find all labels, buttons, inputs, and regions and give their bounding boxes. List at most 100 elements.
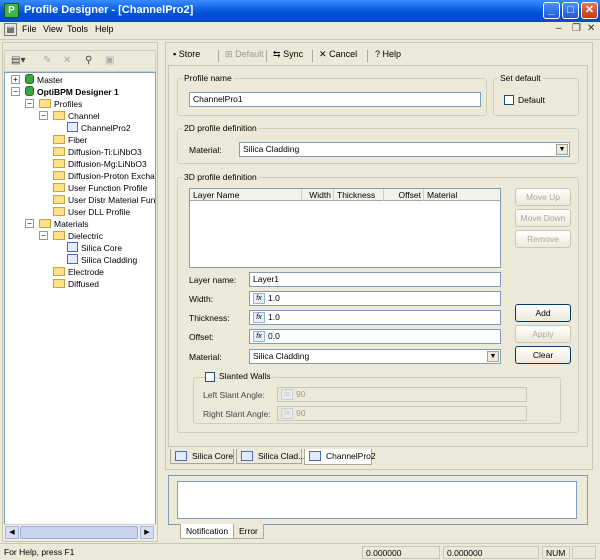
- tree-item-silica-core[interactable]: Silica Core: [67, 242, 122, 254]
- clear-button[interactable]: Clear: [515, 346, 571, 364]
- function-icon[interactable]: fx: [253, 312, 265, 323]
- menu-help[interactable]: Help: [95, 24, 114, 34]
- minimize-button[interactable]: _: [543, 2, 560, 19]
- thickness-label: Thickness:: [189, 313, 230, 323]
- tree-item-channelpro2[interactable]: ChannelPro2: [67, 122, 131, 134]
- tree-horizontal-scrollbar[interactable]: ◀ ▶: [4, 524, 156, 540]
- chevron-down-icon[interactable]: ▼: [487, 351, 499, 362]
- collapse-icon[interactable]: −: [11, 87, 20, 96]
- chevron-down-icon[interactable]: ▼: [556, 144, 568, 155]
- tree-item-diffusion-mg[interactable]: Diffusion-Mg:LiNbO3: [53, 158, 147, 170]
- function-icon: fx: [281, 408, 293, 419]
- document-icon[interactable]: ▤: [4, 23, 17, 36]
- column-width[interactable]: Width: [302, 189, 334, 201]
- rename-icon[interactable]: ✎: [43, 55, 51, 66]
- delete-icon[interactable]: ✕: [63, 55, 71, 66]
- cancel-icon: ✕: [319, 49, 327, 59]
- folder-icon: [53, 195, 65, 204]
- remove-button[interactable]: Remove: [515, 230, 571, 248]
- tab-channelpro2[interactable]: ChannelPro2: [304, 449, 376, 465]
- thickness-input[interactable]: fx 1.0: [249, 310, 501, 325]
- left-slant-label: Left Slant Angle:: [203, 390, 265, 400]
- title-bar: P Profile Designer - [ChannelPro2] _ □ ✕: [0, 0, 600, 22]
- expand-icon[interactable]: +: [11, 75, 20, 84]
- folder-icon: [53, 147, 65, 156]
- find-icon[interactable]: ⚲: [85, 55, 92, 66]
- collapse-icon[interactable]: −: [25, 99, 34, 108]
- menu-file[interactable]: File: [22, 24, 37, 34]
- add-button[interactable]: Add: [515, 304, 571, 322]
- tree-item-diffusion-ti[interactable]: Diffusion-Ti:LiNbO3: [53, 146, 142, 158]
- help-icon: ?: [375, 49, 381, 59]
- column-thickness[interactable]: Thickness: [334, 189, 384, 201]
- scroll-thumb[interactable]: [20, 526, 138, 539]
- tree-item-silica-cladding[interactable]: Silica Cladding: [67, 254, 137, 266]
- tab-silica-core[interactable]: Silica Core: [170, 449, 234, 464]
- store-button[interactable]: ▪ Store: [173, 49, 200, 59]
- column-material[interactable]: Material: [424, 189, 500, 201]
- help-button[interactable]: ? Help: [375, 49, 401, 59]
- function-icon[interactable]: fx: [253, 293, 265, 304]
- material-icon: [67, 242, 78, 252]
- properties-icon[interactable]: ▣: [105, 55, 114, 66]
- tab-error[interactable]: Error: [233, 524, 264, 539]
- collapse-icon[interactable]: −: [39, 231, 48, 240]
- material-2d-select[interactable]: Silica Cladding ▼: [239, 142, 570, 157]
- folder-icon: [53, 171, 65, 180]
- column-offset[interactable]: Offset: [384, 189, 424, 201]
- maximize-button[interactable]: □: [562, 2, 579, 19]
- apply-button[interactable]: Apply: [515, 325, 571, 343]
- collapse-icon[interactable]: −: [39, 111, 48, 120]
- tree-item-user-function-profile[interactable]: User Function Profile: [53, 182, 147, 194]
- material-3d-select[interactable]: Silica Cladding ▼: [249, 349, 501, 364]
- status-empty-indicator: [572, 546, 596, 559]
- layer-table[interactable]: Layer Name Width Thickness Offset Materi…: [189, 188, 501, 268]
- mdi-close-button[interactable]: ✕: [587, 23, 595, 34]
- tree-item-diffused[interactable]: Diffused: [53, 278, 99, 290]
- slanted-walls-checkbox[interactable]: [205, 372, 215, 382]
- sync-button[interactable]: ⇆ Sync: [273, 49, 303, 60]
- close-button[interactable]: ✕: [581, 2, 598, 19]
- column-layer-name[interactable]: Layer Name: [190, 189, 302, 201]
- tab-notification[interactable]: Notification: [180, 524, 235, 539]
- scroll-right-icon[interactable]: ▶: [140, 526, 154, 539]
- move-up-button[interactable]: Move Up: [515, 188, 571, 206]
- tree-item-user-dll-profile[interactable]: User DLL Profile: [53, 206, 130, 218]
- default-button[interactable]: ⊞ Default: [225, 49, 264, 60]
- collapse-icon[interactable]: −: [25, 219, 34, 228]
- material-icon: [175, 451, 187, 461]
- profile-icon: [67, 122, 78, 132]
- notification-text-area[interactable]: [177, 481, 577, 519]
- toolbar-separator: [266, 50, 267, 62]
- function-icon[interactable]: fx: [253, 331, 265, 342]
- profile-name-input[interactable]: ChannelPro1: [189, 92, 481, 107]
- move-down-button[interactable]: Move Down: [515, 209, 571, 227]
- tree-item-fiber[interactable]: Fiber: [53, 134, 87, 146]
- default-checkbox[interactable]: [504, 95, 514, 105]
- menu-tools[interactable]: Tools: [67, 24, 88, 34]
- material-icon: [67, 254, 78, 264]
- tree-item-electrode[interactable]: Electrode: [53, 266, 104, 278]
- mdi-restore-button[interactable]: ❐: [572, 23, 581, 34]
- cancel-button[interactable]: ✕ Cancel: [319, 49, 357, 60]
- folder-icon: [53, 135, 65, 144]
- right-slant-input[interactable]: fx 90: [277, 406, 527, 421]
- folder-open-icon: [53, 231, 65, 240]
- default-checkbox-label: Default: [518, 95, 545, 105]
- folder-icon: [53, 207, 65, 216]
- tree-item-diffusion-proton[interactable]: Diffusion-Proton Excha: [53, 170, 155, 182]
- tab-silica-cladding[interactable]: Silica Clad...: [236, 449, 305, 464]
- app-icon: P: [4, 3, 19, 18]
- offset-input[interactable]: fx 0.0: [249, 329, 501, 344]
- scroll-left-icon[interactable]: ◀: [5, 526, 19, 539]
- left-slant-input[interactable]: fx 90: [277, 387, 527, 402]
- status-coordinate-x: 0.000000: [362, 546, 440, 559]
- default-icon: ⊞: [225, 49, 233, 59]
- menu-view[interactable]: View: [43, 24, 62, 34]
- width-input[interactable]: fx 1.0: [249, 291, 501, 306]
- project-tree[interactable]: + Master − OptiBPM Designer 1 − Profiles…: [4, 72, 156, 540]
- new-icon[interactable]: ▤▾: [11, 55, 25, 66]
- tree-item-user-distr-material[interactable]: User Distr Material Fun: [53, 194, 155, 206]
- mdi-minimize-button[interactable]: –: [556, 23, 562, 34]
- layer-name-input[interactable]: Layer1: [249, 272, 501, 287]
